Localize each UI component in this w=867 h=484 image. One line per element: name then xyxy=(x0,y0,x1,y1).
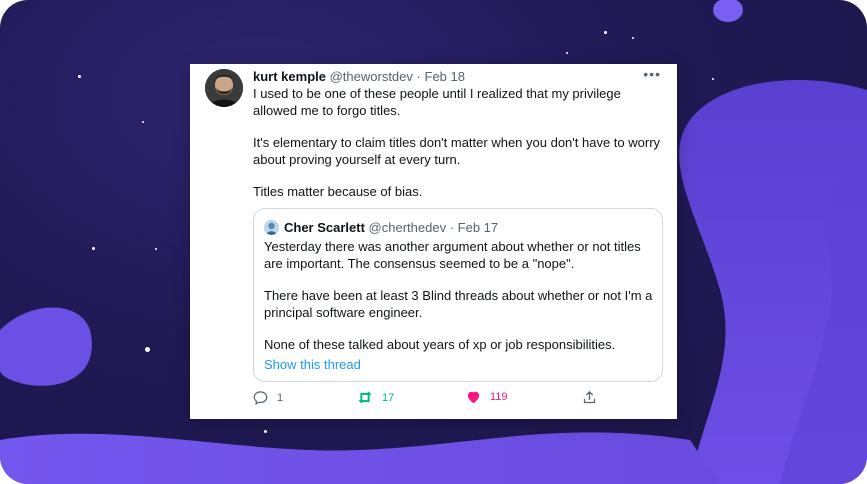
quoted-author-handle[interactable]: @cherthedev xyxy=(369,220,447,235)
star xyxy=(632,37,634,39)
retweet-count: 17 xyxy=(382,391,395,404)
author-name[interactable]: kurt kemple xyxy=(253,69,326,84)
tweet-paragraph: I used to be one of these people until I… xyxy=(253,86,621,118)
heart-icon xyxy=(467,391,480,404)
reply-count: 1 xyxy=(277,391,284,404)
retweet-button[interactable]: 17 xyxy=(357,390,394,405)
star xyxy=(78,75,81,78)
avatar[interactable] xyxy=(205,69,243,107)
quoted-tweet[interactable]: Cher Scarlett @cherthedev · Feb 17 Yeste… xyxy=(253,208,663,382)
action-bar: 1 17 119 xyxy=(253,390,673,410)
tweet-card[interactable]: kurt kemple @theworstdev · Feb 18 ••• I … xyxy=(190,64,677,419)
header-separator: · xyxy=(449,220,455,235)
quoted-paragraph: There have been at least 3 Blind threads… xyxy=(264,288,653,320)
star xyxy=(92,247,95,250)
reply-icon xyxy=(253,391,268,405)
show-thread-link[interactable]: Show this thread xyxy=(264,357,654,374)
quoted-avatar[interactable] xyxy=(264,220,279,235)
tweet-body: I used to be one of these people until I… xyxy=(253,86,663,201)
like-button[interactable]: 119 xyxy=(466,390,508,404)
star xyxy=(604,31,607,34)
retweet-icon xyxy=(358,391,372,404)
share-button[interactable] xyxy=(582,390,597,405)
star xyxy=(142,121,144,123)
more-dots-icon[interactable]: ••• xyxy=(643,66,661,82)
quoted-author-name[interactable]: Cher Scarlett xyxy=(284,220,365,235)
star xyxy=(155,248,157,250)
share-icon xyxy=(583,390,596,404)
quoted-paragraph: None of these talked about years of xp o… xyxy=(264,337,616,352)
quoted-date[interactable]: Feb 17 xyxy=(458,220,498,235)
star xyxy=(264,430,267,433)
star xyxy=(145,347,150,352)
like-count: 119 xyxy=(490,391,508,403)
author-handle[interactable]: @theworstdev xyxy=(330,69,413,84)
quoted-header: Cher Scarlett @cherthedev · Feb 17 xyxy=(284,220,498,235)
quoted-paragraph: Yesterday there was another argument abo… xyxy=(264,239,641,271)
star xyxy=(712,78,714,80)
tweet-date[interactable]: Feb 18 xyxy=(425,69,465,84)
quoted-body: Yesterday there was another argument abo… xyxy=(264,239,654,373)
tweet-header: kurt kemple @theworstdev · Feb 18 xyxy=(253,69,465,84)
star xyxy=(566,52,568,54)
tweet-paragraph: Titles matter because of bias. xyxy=(253,184,423,199)
header-separator: · xyxy=(416,69,421,84)
tweet-paragraph: It's elementary to claim titles don't ma… xyxy=(253,135,661,167)
background-canvas: kurt kemple @theworstdev · Feb 18 ••• I … xyxy=(0,0,867,484)
reply-button[interactable]: 1 xyxy=(253,390,283,405)
